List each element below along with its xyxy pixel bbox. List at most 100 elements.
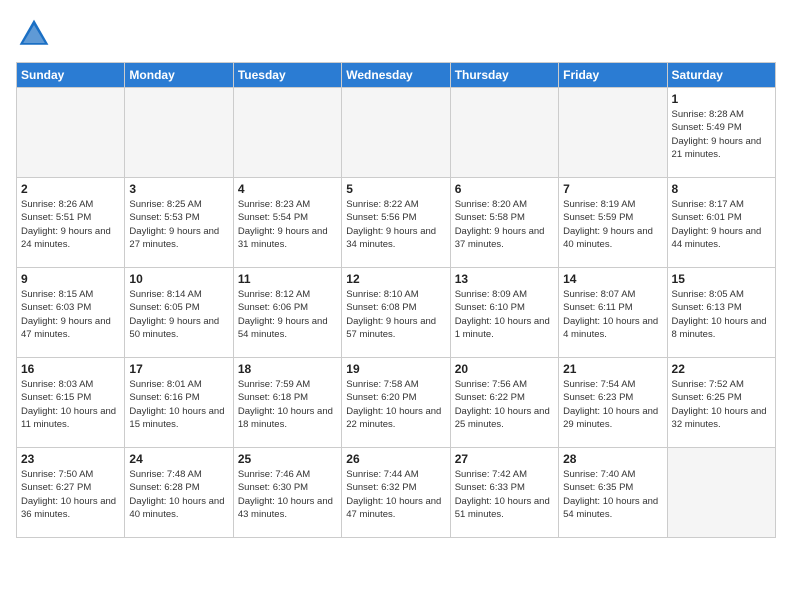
day-info: Sunrise: 7:48 AM Sunset: 6:28 PM Dayligh… xyxy=(129,468,228,521)
calendar-week-0: 1Sunrise: 8:28 AM Sunset: 5:49 PM Daylig… xyxy=(17,88,776,178)
calendar-cell xyxy=(450,88,558,178)
calendar-cell: 12 Sunrise: 8:10 AM Sunset: 6:08 PM Dayli… xyxy=(342,268,450,358)
calendar-cell: 15 Sunrise: 8:05 AM Sunset: 6:13 PM Dayli… xyxy=(667,268,775,358)
day-info: Sunrise: 7:54 AM Sunset: 6:23 PM Dayligh… xyxy=(563,378,662,431)
day-info: Sunrise: 7:56 AM Sunset: 6:22 PM Dayligh… xyxy=(455,378,554,431)
day-number: 12 xyxy=(346,272,445,286)
day-number: 13 xyxy=(455,272,554,286)
calendar-cell: 25 Sunrise: 7:46 AM Sunset: 6:30 PM Dayli… xyxy=(233,448,341,538)
calendar-cell: 2Sunrise: 8:26 AM Sunset: 5:51 PM Daylig… xyxy=(17,178,125,268)
day-number: 21 xyxy=(563,362,662,376)
calendar-cell: 21 Sunrise: 7:54 AM Sunset: 6:23 PM Dayli… xyxy=(559,358,667,448)
day-number: 3 xyxy=(129,182,228,196)
day-info: Sunrise: 8:05 AM Sunset: 6:13 PM Dayligh… xyxy=(672,288,771,341)
weekday-saturday: Saturday xyxy=(667,63,775,88)
calendar-cell: 13 Sunrise: 8:09 AM Sunset: 6:10 PM Dayli… xyxy=(450,268,558,358)
calendar-cell xyxy=(342,88,450,178)
day-info: Sunrise: 8:07 AM Sunset: 6:11 PM Dayligh… xyxy=(563,288,662,341)
day-number: 15 xyxy=(672,272,771,286)
day-number: 27 xyxy=(455,452,554,466)
calendar-cell: 9Sunrise: 8:15 AM Sunset: 6:03 PM Daylig… xyxy=(17,268,125,358)
calendar-cell xyxy=(233,88,341,178)
day-info: Sunrise: 8:23 AM Sunset: 5:54 PM Dayligh… xyxy=(238,198,337,251)
day-number: 28 xyxy=(563,452,662,466)
weekday-sunday: Sunday xyxy=(17,63,125,88)
day-number: 14 xyxy=(563,272,662,286)
day-info: Sunrise: 7:40 AM Sunset: 6:35 PM Dayligh… xyxy=(563,468,662,521)
calendar-cell xyxy=(17,88,125,178)
calendar-week-1: 2Sunrise: 8:26 AM Sunset: 5:51 PM Daylig… xyxy=(17,178,776,268)
day-info: Sunrise: 8:14 AM Sunset: 6:05 PM Dayligh… xyxy=(129,288,228,341)
day-number: 4 xyxy=(238,182,337,196)
day-info: Sunrise: 8:22 AM Sunset: 5:56 PM Dayligh… xyxy=(346,198,445,251)
day-info: Sunrise: 8:09 AM Sunset: 6:10 PM Dayligh… xyxy=(455,288,554,341)
day-number: 6 xyxy=(455,182,554,196)
calendar-cell: 16Sunrise: 8:03 AM Sunset: 6:15 PM Dayli… xyxy=(17,358,125,448)
day-number: 17 xyxy=(129,362,228,376)
weekday-thursday: Thursday xyxy=(450,63,558,88)
day-info: Sunrise: 7:59 AM Sunset: 6:18 PM Dayligh… xyxy=(238,378,337,431)
weekday-friday: Friday xyxy=(559,63,667,88)
day-info: Sunrise: 8:20 AM Sunset: 5:58 PM Dayligh… xyxy=(455,198,554,251)
calendar-cell: 19 Sunrise: 7:58 AM Sunset: 6:20 PM Dayli… xyxy=(342,358,450,448)
day-number: 11 xyxy=(238,272,337,286)
day-number: 5 xyxy=(346,182,445,196)
day-number: 24 xyxy=(129,452,228,466)
calendar-week-3: 16Sunrise: 8:03 AM Sunset: 6:15 PM Dayli… xyxy=(17,358,776,448)
day-number: 19 xyxy=(346,362,445,376)
calendar-cell: 11 Sunrise: 8:12 AM Sunset: 6:06 PM Dayli… xyxy=(233,268,341,358)
day-info: Sunrise: 8:17 AM Sunset: 6:01 PM Dayligh… xyxy=(672,198,771,251)
calendar-table: SundayMondayTuesdayWednesdayThursdayFrid… xyxy=(16,62,776,538)
calendar-cell: 22 Sunrise: 7:52 AM Sunset: 6:25 PM Dayli… xyxy=(667,358,775,448)
day-number: 26 xyxy=(346,452,445,466)
day-info: Sunrise: 7:42 AM Sunset: 6:33 PM Dayligh… xyxy=(455,468,554,521)
day-info: Sunrise: 7:44 AM Sunset: 6:32 PM Dayligh… xyxy=(346,468,445,521)
calendar-cell: 4 Sunrise: 8:23 AM Sunset: 5:54 PM Daylig… xyxy=(233,178,341,268)
calendar-cell: 1Sunrise: 8:28 AM Sunset: 5:49 PM Daylig… xyxy=(667,88,775,178)
calendar-cell: 10 Sunrise: 8:14 AM Sunset: 6:05 PM Dayli… xyxy=(125,268,233,358)
weekday-wednesday: Wednesday xyxy=(342,63,450,88)
calendar-week-4: 23 Sunrise: 7:50 AM Sunset: 6:27 PM Dayli… xyxy=(17,448,776,538)
calendar-cell xyxy=(667,448,775,538)
day-info: Sunrise: 8:01 AM Sunset: 6:16 PM Dayligh… xyxy=(129,378,228,431)
day-info: Sunrise: 7:46 AM Sunset: 6:30 PM Dayligh… xyxy=(238,468,337,521)
calendar-header: SundayMondayTuesdayWednesdayThursdayFrid… xyxy=(17,63,776,88)
calendar-cell: 28 Sunrise: 7:40 AM Sunset: 6:35 PM Dayli… xyxy=(559,448,667,538)
day-number: 25 xyxy=(238,452,337,466)
calendar-cell xyxy=(125,88,233,178)
day-info: Sunrise: 8:25 AM Sunset: 5:53 PM Dayligh… xyxy=(129,198,228,251)
calendar-cell: 14 Sunrise: 8:07 AM Sunset: 6:11 PM Dayli… xyxy=(559,268,667,358)
calendar-week-2: 9Sunrise: 8:15 AM Sunset: 6:03 PM Daylig… xyxy=(17,268,776,358)
calendar-cell: 3 Sunrise: 8:25 AM Sunset: 5:53 PM Daylig… xyxy=(125,178,233,268)
day-number: 20 xyxy=(455,362,554,376)
calendar-cell: 8 Sunrise: 8:17 AM Sunset: 6:01 PM Daylig… xyxy=(667,178,775,268)
day-number: 7 xyxy=(563,182,662,196)
day-number: 10 xyxy=(129,272,228,286)
calendar-cell: 27 Sunrise: 7:42 AM Sunset: 6:33 PM Dayli… xyxy=(450,448,558,538)
day-number: 18 xyxy=(238,362,337,376)
day-info: Sunrise: 8:12 AM Sunset: 6:06 PM Dayligh… xyxy=(238,288,337,341)
day-number: 16 xyxy=(21,362,120,376)
calendar-cell: 20 Sunrise: 7:56 AM Sunset: 6:22 PM Dayli… xyxy=(450,358,558,448)
day-info: Sunrise: 7:50 AM Sunset: 6:27 PM Dayligh… xyxy=(21,468,120,521)
day-info: Sunrise: 7:58 AM Sunset: 6:20 PM Dayligh… xyxy=(346,378,445,431)
day-info: Sunrise: 8:10 AM Sunset: 6:08 PM Dayligh… xyxy=(346,288,445,341)
calendar-cell: 18 Sunrise: 7:59 AM Sunset: 6:18 PM Dayli… xyxy=(233,358,341,448)
day-number: 23 xyxy=(21,452,120,466)
calendar-cell: 24 Sunrise: 7:48 AM Sunset: 6:28 PM Dayli… xyxy=(125,448,233,538)
calendar-cell: 7Sunrise: 8:19 AM Sunset: 5:59 PM Daylig… xyxy=(559,178,667,268)
page-header xyxy=(16,16,776,52)
day-info: Sunrise: 8:15 AM Sunset: 6:03 PM Dayligh… xyxy=(21,288,120,341)
logo-icon xyxy=(16,16,52,52)
calendar-cell: 6 Sunrise: 8:20 AM Sunset: 5:58 PM Daylig… xyxy=(450,178,558,268)
day-number: 2 xyxy=(21,182,120,196)
weekday-header-row: SundayMondayTuesdayWednesdayThursdayFrid… xyxy=(17,63,776,88)
day-number: 8 xyxy=(672,182,771,196)
day-info: Sunrise: 8:28 AM Sunset: 5:49 PM Dayligh… xyxy=(672,108,771,161)
logo xyxy=(16,16,56,52)
calendar-cell: 17 Sunrise: 8:01 AM Sunset: 6:16 PM Dayli… xyxy=(125,358,233,448)
day-number: 22 xyxy=(672,362,771,376)
calendar-body: 1Sunrise: 8:28 AM Sunset: 5:49 PM Daylig… xyxy=(17,88,776,538)
weekday-monday: Monday xyxy=(125,63,233,88)
day-info: Sunrise: 7:52 AM Sunset: 6:25 PM Dayligh… xyxy=(672,378,771,431)
